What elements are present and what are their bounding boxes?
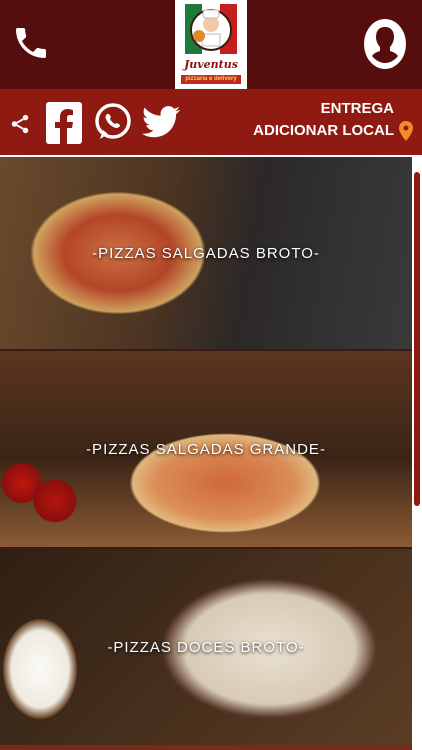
category-pizzas-doces-broto[interactable]: -PIZZAS DOCES BROTO- <box>0 549 412 747</box>
category-label: -PIZZAS SALGADAS GRANDE- <box>86 440 326 458</box>
location-pin-icon[interactable] <box>399 121 413 146</box>
category-pizzas-salgadas-broto[interactable]: -PIZZAS SALGADAS BROTO- <box>0 157 412 351</box>
category-pizzas-salgadas-grande[interactable]: -PIZZAS SALGADAS GRANDE- <box>0 351 412 549</box>
user-icon <box>362 18 408 75</box>
logo-subtext: pizzaria e delivery <box>181 75 241 84</box>
phone-button[interactable] <box>8 18 54 72</box>
logo-text: Juventus <box>184 58 238 71</box>
phone-icon <box>11 19 51 72</box>
facebook-icon[interactable] <box>45 101 83 145</box>
category-label: -PIZZAS DOCES BROTO- <box>107 638 305 656</box>
user-button[interactable] <box>360 18 410 74</box>
twitter-icon[interactable] <box>142 104 180 140</box>
category-label: -PIZZAS SALGADAS BROTO- <box>92 244 320 262</box>
logo[interactable]: Juventus pizzaria e delivery <box>175 0 247 89</box>
add-location-button[interactable]: ADICIONAR LOCAL <box>253 122 394 139</box>
next-category-peek <box>0 745 412 750</box>
whatsapp-icon[interactable] <box>94 101 132 143</box>
share-icon[interactable] <box>8 111 32 137</box>
delivery-label: ENTREGA <box>320 100 394 117</box>
scrollbar-thumb[interactable] <box>414 172 420 506</box>
